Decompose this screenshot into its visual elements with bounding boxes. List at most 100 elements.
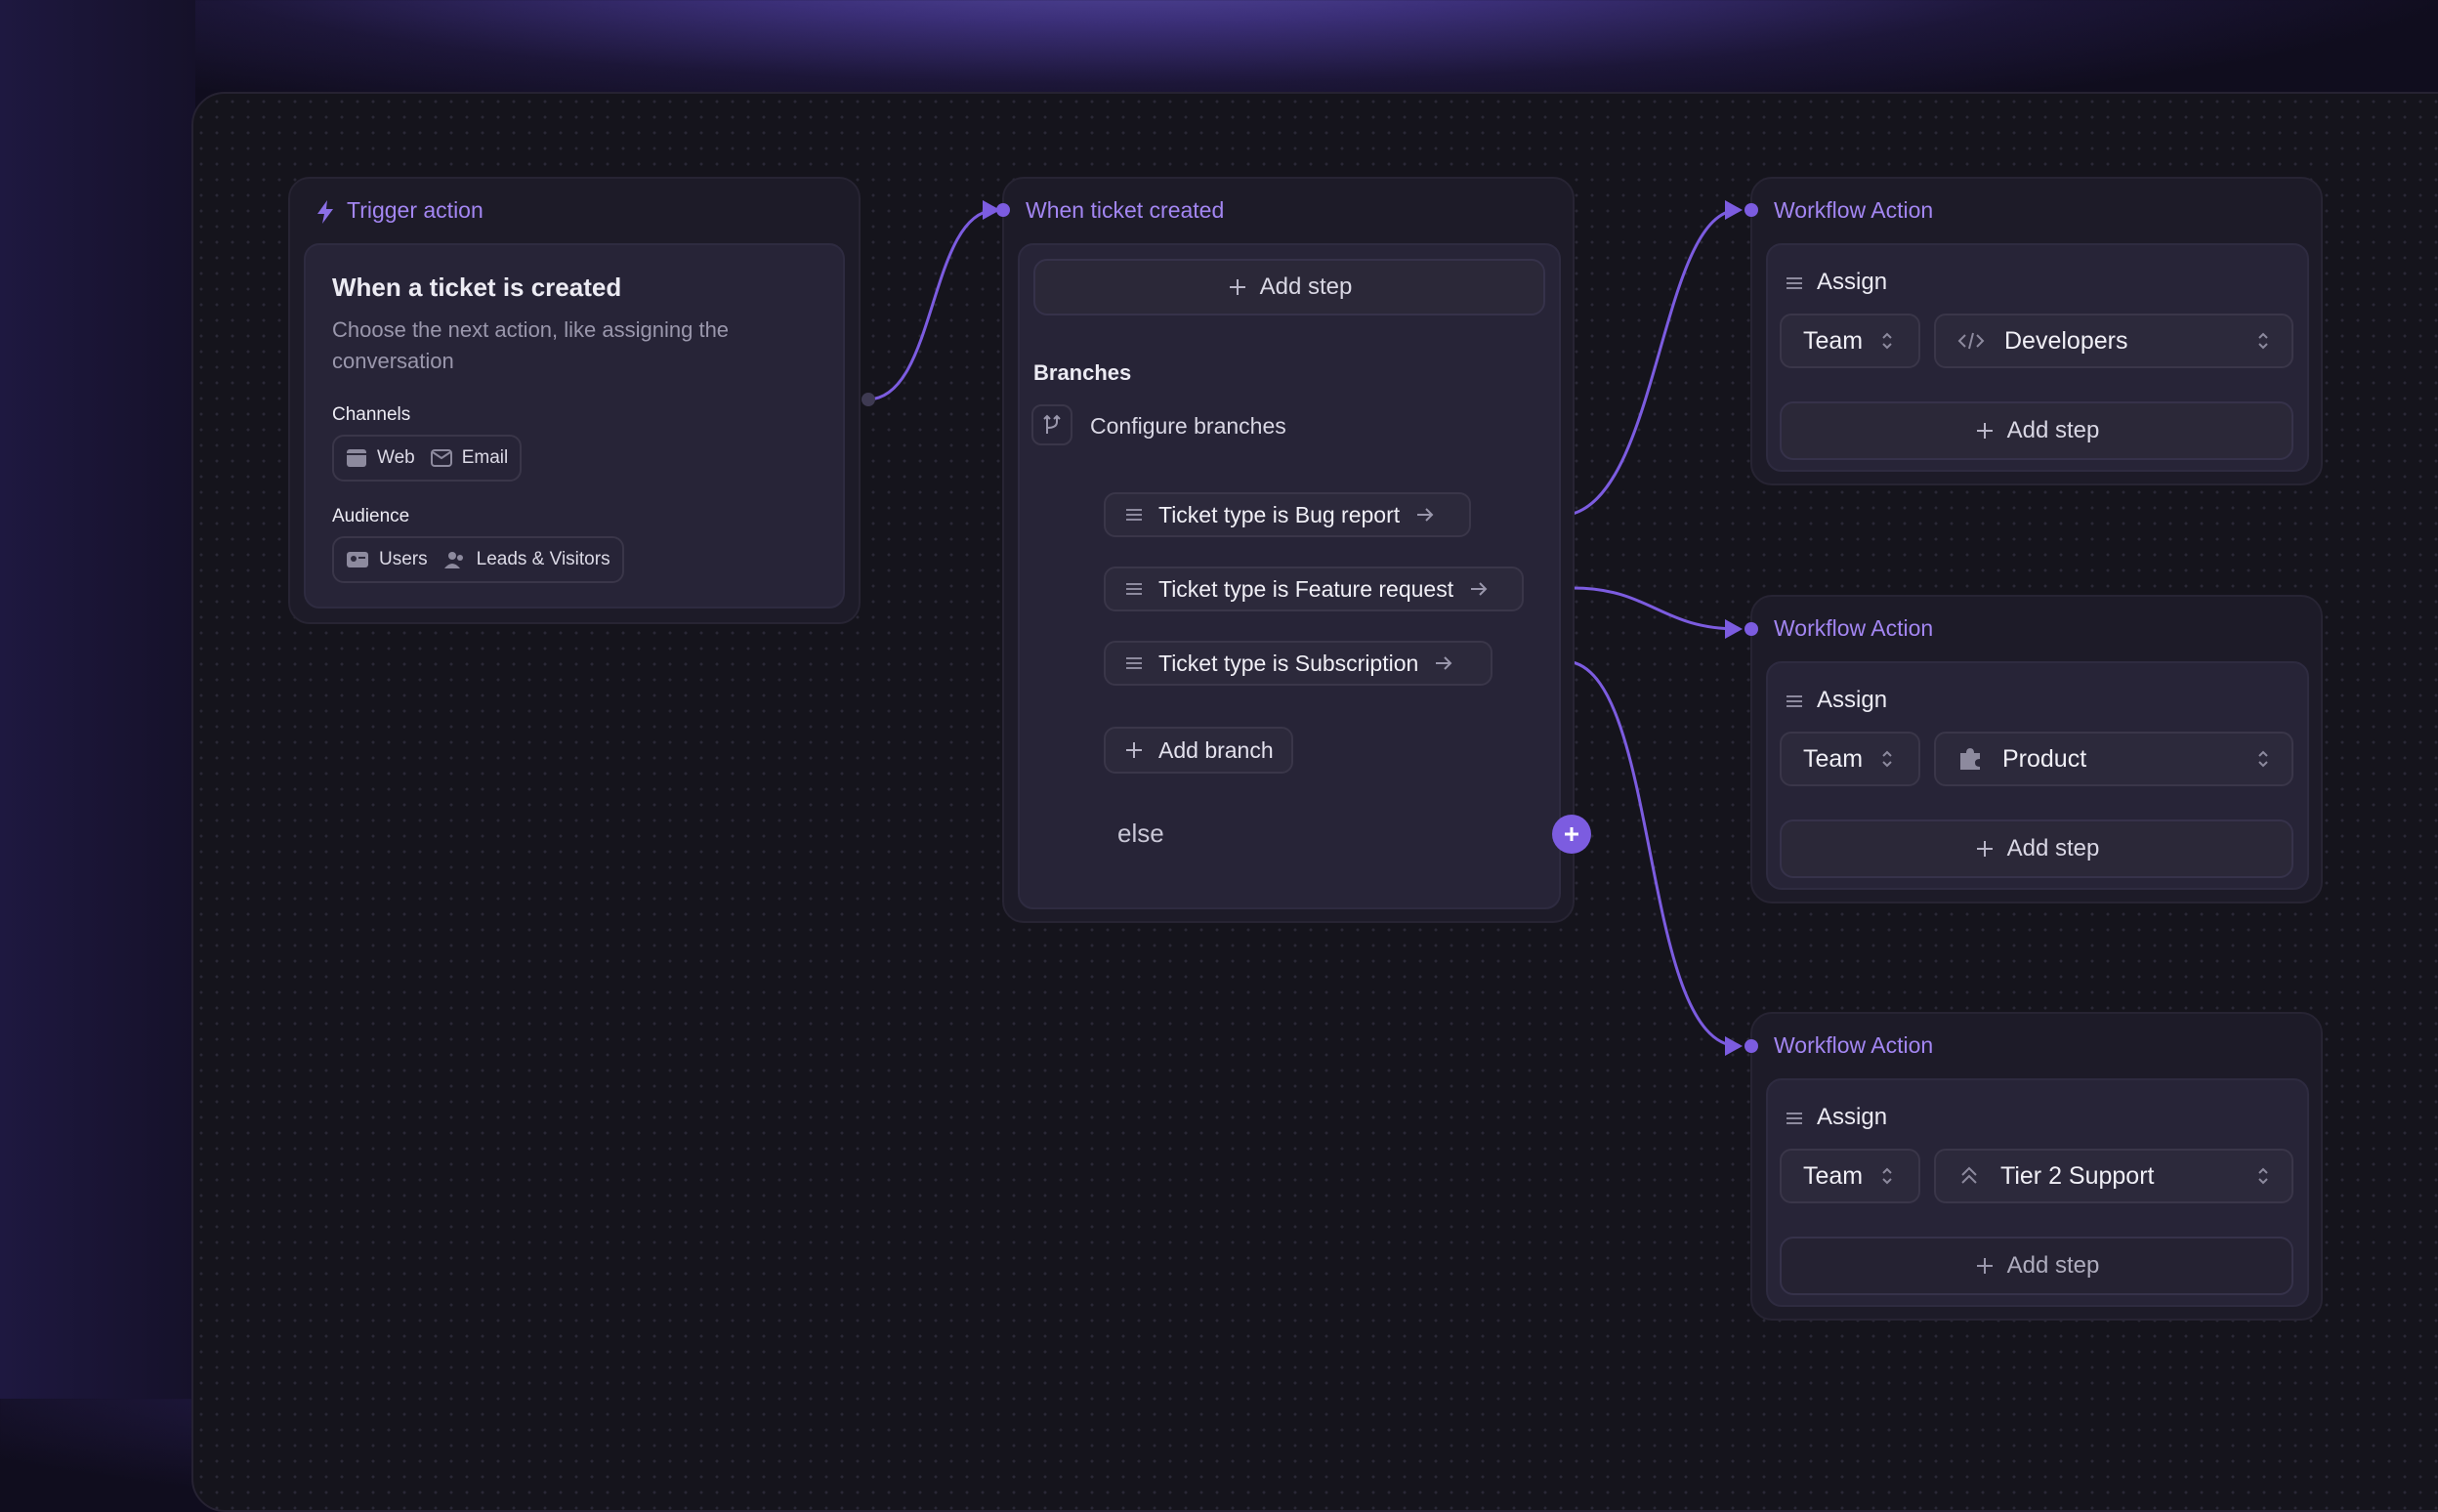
drag-handle-icon: [1125, 582, 1143, 596]
team-value-label: Tier 2 Support: [2000, 1161, 2155, 1190]
wire-feature-to-action2: [1572, 586, 1740, 631]
branch-add-step-label: Add step: [1259, 273, 1353, 300]
team-field-label: Team: [1803, 1161, 1864, 1190]
web-icon: [346, 448, 367, 468]
drag-handle-icon: [1125, 508, 1143, 522]
else-label: else: [1117, 819, 1164, 848]
add-branch-label: Add branch: [1158, 736, 1274, 763]
audience-chip-group[interactable]: Users Leads & Visitors: [332, 536, 624, 583]
arrow-right-icon: [1469, 580, 1489, 598]
team-field-label: Team: [1803, 326, 1864, 355]
action-input-port-2[interactable]: [1744, 622, 1758, 636]
team-field-select[interactable]: Team: [1780, 732, 1920, 786]
action-title: Workflow Action: [1774, 615, 1934, 641]
puzzle-icon: [1957, 746, 1983, 772]
team-value-select[interactable]: Developers: [1934, 314, 2293, 368]
drag-handle-icon: [1786, 694, 1803, 708]
trigger-heading: When a ticket is created: [332, 273, 622, 302]
action-input-port-1[interactable]: [1744, 203, 1758, 217]
chevron-updown-icon: [2256, 1165, 2270, 1187]
chevron-updown-icon: [2256, 330, 2270, 352]
trigger-description-2: conversation: [332, 349, 454, 373]
audience-label: Audience: [332, 506, 410, 526]
channel-web: Web: [377, 447, 415, 468]
branch-item-bug-report[interactable]: Ticket type is Bug report: [1104, 492, 1471, 537]
arrow-action2-in: [1725, 619, 1743, 639]
branches-label: Branches: [1033, 360, 1132, 385]
team-field-select[interactable]: Team: [1780, 314, 1920, 368]
plus-icon: [1974, 1255, 1996, 1277]
lightning-icon: [315, 199, 335, 225]
plus-icon: [1227, 276, 1248, 298]
action-label: Assign: [1817, 269, 1888, 295]
trigger-description-1: Choose the next action, like assigning t…: [332, 317, 730, 342]
team-field-select[interactable]: Team: [1780, 1149, 1920, 1203]
branch-add-step-button[interactable]: Add step: [1033, 259, 1545, 315]
chevron-updown-icon: [1880, 1165, 1894, 1187]
action-add-step-button[interactable]: Add step: [1780, 1237, 2293, 1295]
action-label: Assign: [1817, 687, 1888, 713]
arrow-action1-in: [1725, 200, 1743, 220]
wire-bug-to-action1: [1572, 208, 1740, 516]
chevron-updown-icon: [2256, 748, 2270, 770]
configure-branches-label[interactable]: Configure branches: [1090, 413, 1286, 440]
branch-node[interactable]: When ticket created Add step Branches Co…: [1002, 177, 1575, 923]
drag-handle-icon: [1786, 1112, 1803, 1125]
trigger-node[interactable]: Trigger action When a ticket is created …: [288, 177, 861, 624]
action-card: Assign Team Developers Add step: [1766, 243, 2309, 472]
else-add-button[interactable]: [1552, 815, 1591, 854]
branch-item-subscription[interactable]: Ticket type is Subscription: [1104, 641, 1492, 686]
arrow-right-icon: [1434, 654, 1453, 672]
action-add-step-label: Add step: [2006, 417, 2100, 443]
plus-icon: [1123, 739, 1145, 761]
wire-subscription-to-action3: [1572, 660, 1740, 1048]
chevron-updown-icon: [1880, 748, 1894, 770]
workflow-action-node-2[interactable]: Workflow Action Assign Team Product Add …: [1750, 595, 2323, 903]
workflow-action-node-1[interactable]: Workflow Action Assign Team Developers A…: [1750, 177, 2323, 485]
arrow-action3-in: [1725, 1036, 1743, 1056]
action-card: Assign Team Tier 2 Support Add step: [1766, 1078, 2309, 1307]
action-add-step-label: Add step: [2006, 835, 2100, 861]
drag-handle-icon: [1786, 276, 1803, 290]
team-value-label: Product: [2002, 744, 2087, 773]
trigger-card[interactable]: When a ticket is created Choose the next…: [304, 243, 845, 609]
branch-config-icon: [1031, 404, 1072, 445]
action-card: Assign Team Product Add step: [1766, 661, 2309, 890]
audience-leads-visitors: Leads & Visitors: [476, 549, 610, 569]
team-value-label: Developers: [2004, 326, 2128, 355]
action-title: Workflow Action: [1774, 1032, 1934, 1058]
action-add-step-button[interactable]: Add step: [1780, 819, 2293, 878]
drag-handle-icon: [1125, 656, 1143, 670]
plus-icon: [1562, 824, 1581, 844]
branch-label: Ticket type is Subscription: [1158, 650, 1419, 676]
team-field-label: Team: [1803, 744, 1864, 773]
trigger-output-port[interactable]: [862, 393, 875, 406]
chevrons-up-icon: [1957, 1165, 1981, 1187]
trigger-title: Trigger action: [347, 197, 483, 223]
code-icon: [1957, 331, 1985, 351]
users-icon: [346, 551, 369, 568]
branch-label: Ticket type is Feature request: [1158, 575, 1454, 602]
add-branch-button[interactable]: Add branch: [1104, 727, 1293, 774]
action-label: Assign: [1817, 1104, 1888, 1130]
team-value-select[interactable]: Product: [1934, 732, 2293, 786]
audience-users: Users: [379, 549, 428, 569]
action-add-step-button[interactable]: Add step: [1780, 401, 2293, 460]
branch-input-port[interactable]: [996, 203, 1010, 217]
leads-icon: [443, 550, 467, 569]
arrow-right-icon: [1415, 506, 1435, 524]
action-input-port-3[interactable]: [1744, 1039, 1758, 1053]
plus-icon: [1974, 420, 1996, 441]
team-value-select[interactable]: Tier 2 Support: [1934, 1149, 2293, 1203]
channel-email: Email: [461, 447, 509, 468]
plus-icon: [1974, 838, 1996, 860]
workflow-action-node-3[interactable]: Workflow Action Assign Team Tier 2 Suppo…: [1750, 1012, 2323, 1321]
branch-item-feature-request[interactable]: Ticket type is Feature request: [1104, 567, 1524, 611]
channels-chip-group[interactable]: Web Email: [332, 435, 523, 482]
channels-label: Channels: [332, 404, 411, 425]
action-add-step-label: Add step: [2006, 1252, 2100, 1279]
branch-label: Ticket type is Bug report: [1158, 501, 1401, 527]
action-title: Workflow Action: [1774, 197, 1934, 223]
email-icon: [430, 449, 452, 467]
branch-node-title: When ticket created: [1026, 197, 1225, 223]
